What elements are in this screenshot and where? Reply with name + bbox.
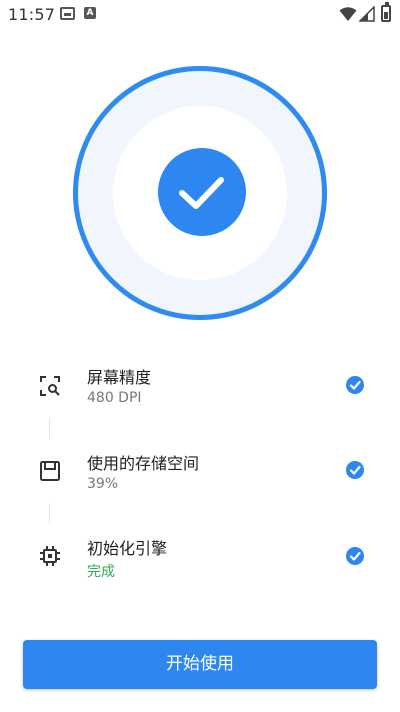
item-subtitle: 480 DPI — [87, 390, 142, 406]
chip-icon — [40, 546, 60, 566]
item-title: 初始化引擎 — [87, 539, 168, 558]
list-item-storage: 使用的存储空间 39% — [0, 450, 400, 500]
check-circle-icon — [346, 547, 364, 565]
battery-icon — [381, 2, 391, 22]
start-button[interactable]: 开始使用 — [23, 640, 377, 689]
signal-icon — [359, 6, 375, 22]
list-item-engine-init: 初始化引擎 完成 — [0, 535, 400, 585]
step-connector — [49, 419, 50, 439]
a-icon: A — [84, 7, 96, 19]
item-subtitle: 39% — [87, 476, 119, 492]
step-connector — [49, 503, 50, 523]
item-title: 屏幕精度 — [87, 368, 152, 387]
success-indicator — [73, 66, 327, 320]
check-circle-icon — [346, 376, 364, 394]
screen-scan-icon — [40, 376, 60, 396]
item-subtitle: 完成 — [87, 564, 115, 580]
item-title: 使用的存储空间 — [87, 454, 200, 473]
list-item-screen-precision: 屏幕精度 480 DPI — [0, 364, 400, 414]
status-bar: 11:57 A — [0, 0, 400, 28]
image-icon — [60, 7, 75, 20]
check-icon — [158, 148, 246, 236]
check-circle-icon — [346, 461, 364, 479]
wifi-icon — [339, 7, 357, 21]
status-time: 11:57 — [8, 5, 56, 24]
storage-icon — [40, 461, 60, 481]
